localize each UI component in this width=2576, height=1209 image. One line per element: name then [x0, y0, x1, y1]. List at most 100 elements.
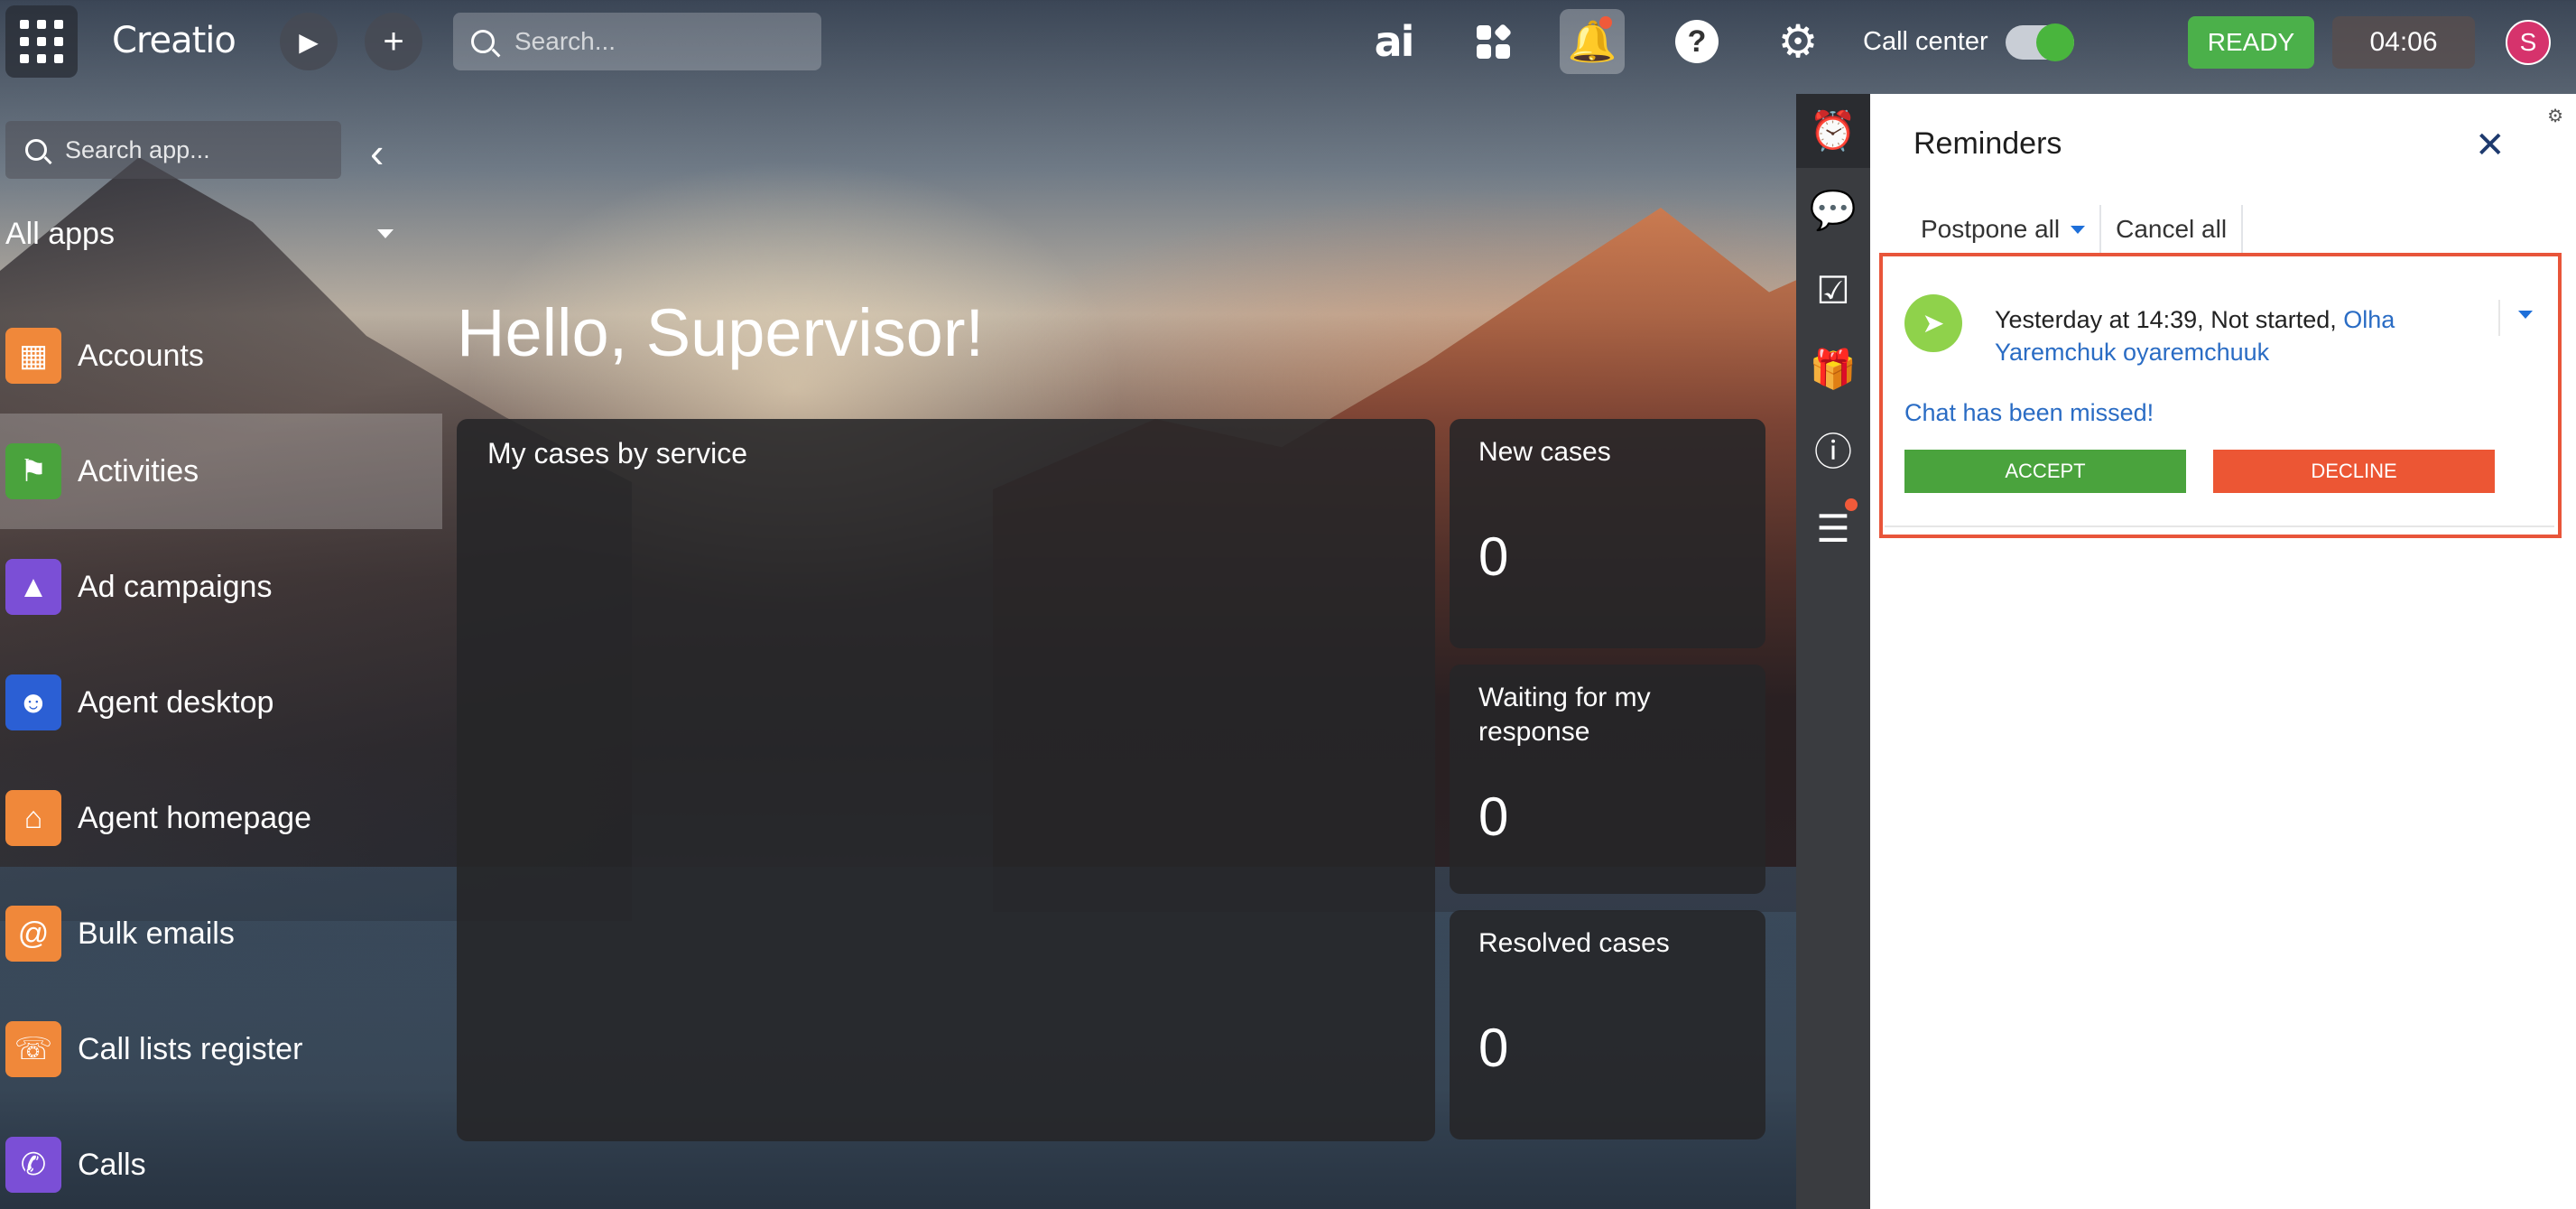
app-item-label: Agent desktop — [78, 684, 274, 720]
reminder-card: ➤ Yesterday at 14:39, Not started, Olha … — [1885, 264, 2554, 527]
new-cases-widget[interactable]: New cases 0 — [1450, 419, 1765, 648]
chevron-left-icon: ‹ — [370, 129, 385, 176]
at-icon: @ — [5, 906, 61, 962]
call-center-toggle[interactable] — [2006, 23, 2074, 61]
flag-icon: ⚑ — [5, 443, 61, 499]
app-item-calls[interactable]: ✆ Calls — [0, 1107, 442, 1209]
global-search-input[interactable]: Search... — [453, 13, 821, 70]
metric-title: New cases — [1478, 437, 1611, 467]
tab-reminders[interactable]: ⏰ — [1796, 94, 1870, 168]
app-hub-button[interactable] — [1460, 9, 1525, 74]
phone-book-icon: ☏ — [5, 1021, 61, 1077]
phone-icon: ✆ — [5, 1137, 61, 1193]
reminder-header: Yesterday at 14:39, Not started, Olha Ya… — [1995, 303, 2500, 368]
panel-title: Reminders — [1913, 126, 2062, 161]
chat-bell-icon: 💬 — [1809, 188, 1858, 231]
app-item-agent-homepage[interactable]: ⌂ Agent homepage — [0, 760, 442, 876]
gear-icon: ⚙ — [1777, 16, 1819, 67]
creatio-logo: Creatio — [112, 20, 236, 61]
metric-title: Waiting for my response — [1478, 683, 1651, 747]
app-item-ad-campaigns[interactable]: ▲ Ad campaigns — [0, 529, 442, 645]
app-item-label: Call lists register — [78, 1031, 303, 1066]
gear-icon: ⚙ — [2547, 107, 2563, 126]
app-item-bulk-emails[interactable]: @ Bulk emails — [0, 876, 442, 991]
reminder-message-link[interactable]: Chat has been missed! — [1904, 399, 2154, 427]
notification-dot — [1845, 498, 1858, 511]
tab-tasks[interactable]: ☑ — [1796, 253, 1870, 327]
panel-settings-button[interactable]: ⚙ — [2547, 105, 2563, 127]
agent-icon: ☻ — [5, 674, 61, 730]
app-item-agent-desktop[interactable]: ☻ Agent desktop — [0, 645, 442, 760]
cancel-all-button[interactable]: Cancel all — [2101, 205, 2241, 254]
question-icon: ? — [1675, 20, 1719, 63]
chevron-down-icon — [2518, 311, 2533, 319]
reminder-menu-button[interactable] — [2498, 300, 2534, 336]
close-panel-button[interactable]: ✕ — [2475, 125, 2506, 166]
user-avatar[interactable]: S — [2506, 20, 2551, 65]
megaphone-icon: ▲ — [5, 559, 61, 615]
postpone-all-label: Postpone all — [1921, 215, 2061, 243]
plus-icon: + — [383, 21, 404, 61]
decline-button[interactable]: DECLINE — [2213, 450, 2495, 493]
app-search-input[interactable]: Search app... — [5, 121, 341, 179]
app-item-label: Calls — [78, 1147, 146, 1182]
collapse-sidebar-button[interactable]: ‹ — [370, 128, 384, 177]
ai-assistant-button[interactable]: ai — [1361, 9, 1426, 74]
global-search-placeholder: Search... — [514, 27, 616, 55]
info-icon: ⓘ — [1813, 430, 1852, 473]
metric-value: 0 — [1478, 786, 1509, 847]
reminder-time: Yesterday at 14:39, — [1995, 306, 2204, 333]
metric-title: Resolved cases — [1478, 928, 1670, 958]
app-item-accounts[interactable]: ▦ Accounts — [0, 298, 442, 414]
communication-panel-tabs: ⏰ 💬 ☑ 🎁 ⓘ ☰ — [1796, 94, 1870, 1209]
chevron-down-icon — [377, 229, 394, 238]
toggle-knob — [2036, 23, 2074, 61]
widget-title: My cases by service — [487, 437, 748, 470]
app-item-label: Accounts — [78, 338, 204, 373]
app-filter-label: All apps — [5, 217, 115, 251]
waiting-response-widget[interactable]: Waiting for my response 0 — [1450, 665, 1765, 894]
notifications-button[interactable]: 🔔 — [1560, 9, 1625, 74]
close-icon: ✕ — [2475, 126, 2506, 165]
tab-anniversaries[interactable]: 🎁 — [1796, 332, 1870, 406]
help-button[interactable]: ? — [1664, 9, 1729, 74]
tab-feed[interactable]: 💬 — [1796, 173, 1870, 247]
settings-button[interactable]: ⚙ — [1765, 9, 1830, 74]
app-filter-dropdown[interactable]: All apps — [5, 217, 394, 262]
ai-icon: ai — [1374, 17, 1415, 66]
top-bar: Creatio ▶ + Search... ai 🔔 ? ⚙ Call cent… — [0, 0, 2576, 83]
app-item-label: Bulk emails — [78, 916, 235, 951]
app-launcher-button[interactable] — [5, 5, 78, 78]
agent-status-button[interactable]: READY — [2188, 16, 2314, 69]
app-search-placeholder: Search app... — [65, 135, 210, 163]
tab-info[interactable]: ⓘ — [1796, 412, 1870, 486]
reminder-status: Not started, — [2210, 306, 2337, 333]
resolved-cases-widget[interactable]: Resolved cases 0 — [1450, 910, 1765, 1139]
run-process-button[interactable]: ▶ — [280, 13, 338, 70]
add-record-button[interactable]: + — [365, 13, 422, 70]
search-icon — [25, 139, 47, 161]
app-item-label: Activities — [78, 453, 199, 488]
alarm-clock-icon: ⏰ — [1809, 108, 1858, 152]
chevron-down-icon — [2071, 225, 2086, 234]
home-icon: ⌂ — [5, 790, 61, 846]
checkbox-icon: ☑ — [1816, 268, 1850, 312]
paper-plane-icon: ➤ — [1904, 294, 1962, 352]
tab-process-log[interactable]: ☰ — [1796, 491, 1870, 565]
app-item-activities[interactable]: ⚑ Activities — [0, 414, 442, 529]
divider — [2241, 205, 2244, 254]
app-item-label: Agent homepage — [78, 800, 311, 835]
apps-grid-icon — [1476, 23, 1512, 59]
reminders-panel: ⚙ Reminders ✕ Postpone all Cancel all ➤ … — [1870, 94, 2576, 1209]
notification-dot — [1599, 16, 1612, 29]
accept-button[interactable]: ACCEPT — [1904, 450, 2186, 493]
app-item-call-lists-register[interactable]: ☏ Call lists register — [0, 991, 442, 1107]
app-item-label: Ad campaigns — [78, 569, 273, 604]
metric-value: 0 — [1478, 1018, 1509, 1078]
cases-by-service-widget[interactable]: My cases by service — [457, 419, 1435, 1141]
postpone-all-button[interactable]: Postpone all — [1906, 205, 2099, 254]
greeting-heading: Hello, Supervisor! — [457, 295, 985, 370]
process-list-icon: ☰ — [1816, 507, 1850, 550]
building-icon: ▦ — [5, 328, 61, 384]
gift-icon: 🎁 — [1809, 347, 1858, 390]
